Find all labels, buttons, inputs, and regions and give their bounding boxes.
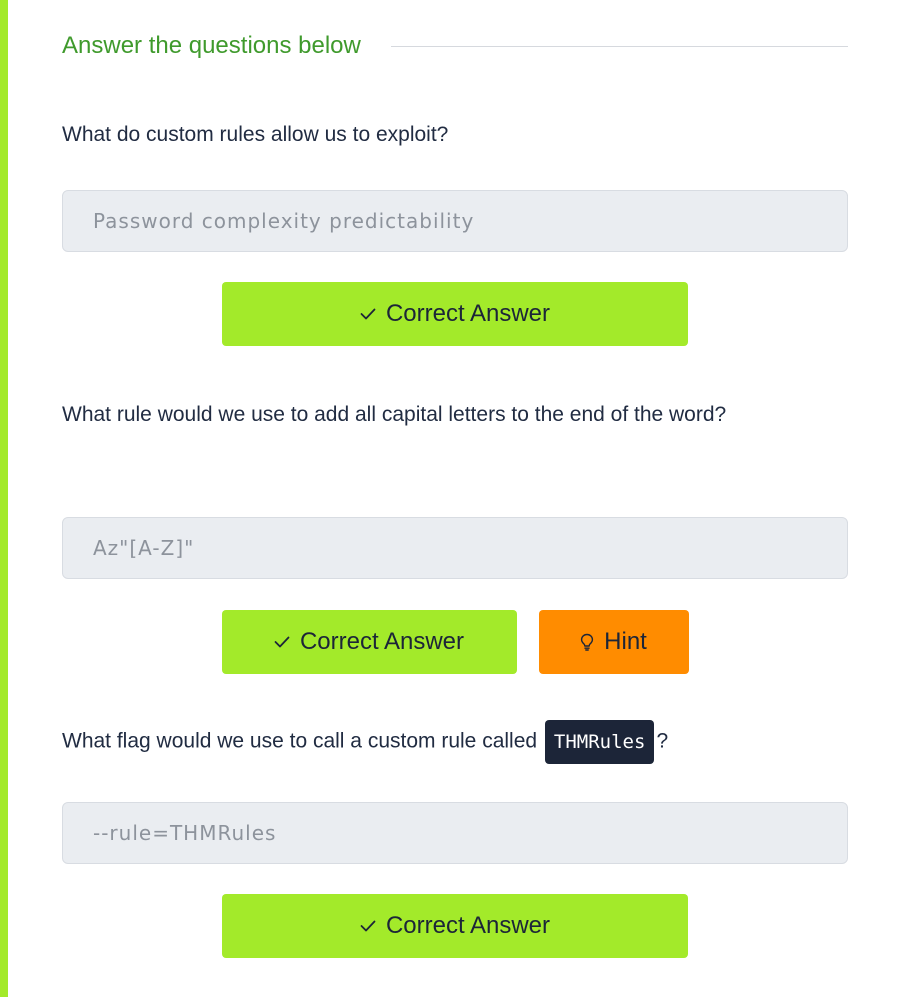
question-3-text-after: ? [656,729,669,753]
question-1-text: What do custom rules allow us to exploit… [62,123,449,146]
question-2-text: What rule would we use to add all capita… [62,403,727,426]
section-header: Answer the questions below [62,28,848,64]
header-divider [390,45,848,47]
task-panel: Answer the questions below What do custo… [0,0,900,997]
answer-field-3[interactable]: --rule=THMRules [62,802,848,864]
answer-value-3: --rule=THMRules [93,821,277,845]
answer-field-1[interactable]: Password complexity predictability [62,190,848,252]
question-2-actions: Correct Answer Hint [62,610,848,674]
correct-answer-label: Correct Answer [385,300,551,327]
answer-field-2[interactable]: Az"[A-Z]" [62,517,848,579]
correct-answer-button-1[interactable]: Correct Answer [222,282,688,346]
answer-value-2: Az"[A-Z]" [93,536,195,560]
answer-value-1: Password complexity predictability [93,209,475,233]
section-title: Answer the questions below [62,32,361,59]
hint-label: Hint [604,628,647,655]
question-3-text-before: What flag would we use to call a custom … [62,729,538,753]
left-accent-bar [0,0,8,997]
correct-answer-button-2[interactable]: Correct Answer [221,610,517,674]
lightbulb-icon [580,633,594,651]
check-icon [274,636,290,648]
correct-answer-label: Correct Answer [299,628,465,655]
hint-button[interactable]: Hint [538,610,689,674]
check-icon [360,920,376,932]
correct-answer-button-3[interactable]: Correct Answer [222,894,688,958]
question-1-actions: Correct Answer [62,282,848,346]
check-icon [360,308,376,320]
correct-answer-label: Correct Answer [385,912,551,939]
inline-code: THMRules [544,720,655,764]
question-3-text: What flag would we use to call a custom … [62,720,848,764]
question-3-actions: Correct Answer [62,894,848,958]
